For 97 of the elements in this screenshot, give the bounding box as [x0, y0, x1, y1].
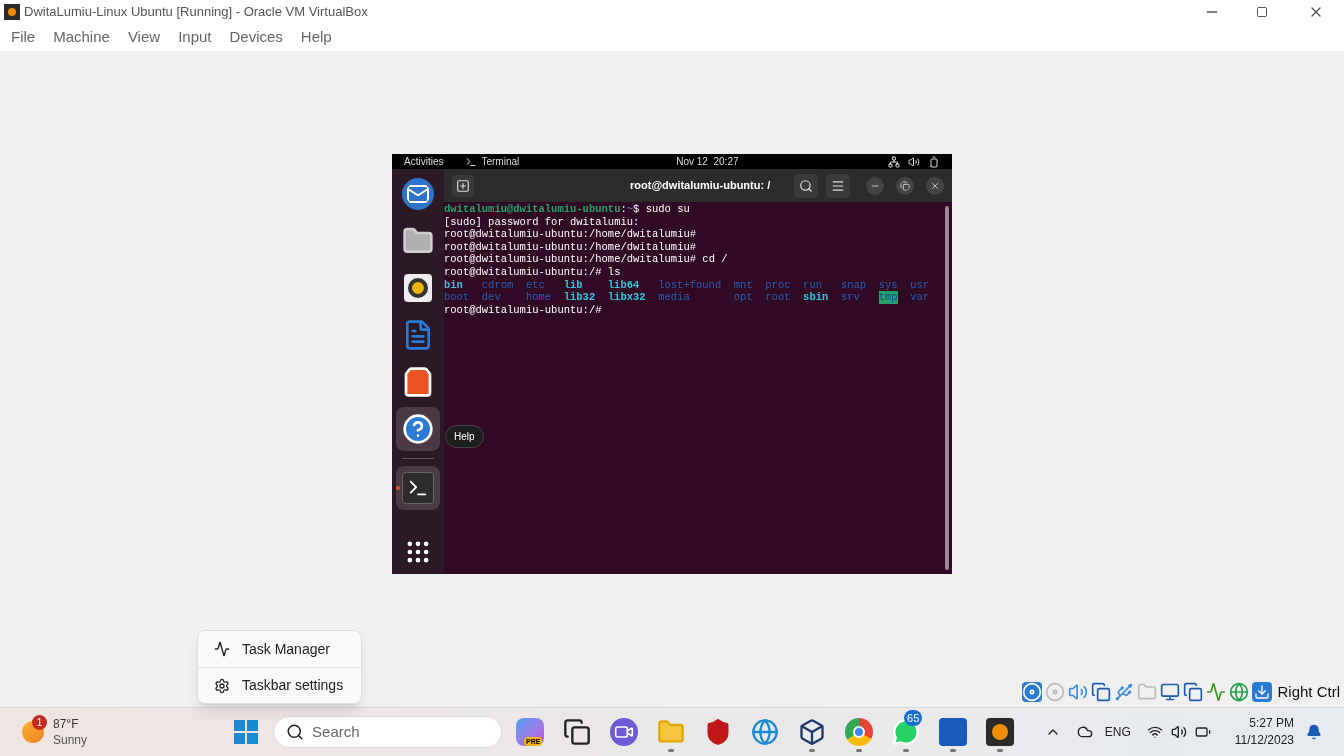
terminal-line: root@dwitalumiu-ubuntu:/# — [444, 303, 602, 317]
menu-item[interactable]: Devices — [220, 26, 292, 49]
file-name: sbin — [803, 291, 829, 304]
close-button[interactable] — [926, 176, 944, 195]
file-name: run — [803, 278, 822, 292]
scrollbar[interactable] — [945, 206, 949, 570]
task-view-icon — [563, 718, 592, 746]
windows-icon[interactable] — [1183, 682, 1204, 702]
new-tab-button[interactable] — [452, 174, 474, 197]
file-name: lib — [563, 278, 583, 292]
globe-icon[interactable] — [1229, 682, 1250, 702]
file-name: var — [910, 291, 930, 304]
download-icon[interactable] — [1252, 682, 1273, 702]
terminal-line: root@dwitalumiu-ubuntu:/# ls — [444, 265, 621, 279]
help-icon — [402, 413, 434, 445]
file-name: snap — [840, 278, 867, 292]
window-title: DwitaLumiu-Linux Ubuntu [Running] - Oracle VM VirtualBox — [24, 3, 368, 22]
menu-item[interactable]: Task Manager — [198, 631, 361, 667]
file-name: proc — [765, 278, 791, 292]
file-name: etc — [525, 278, 545, 292]
cube-icon — [798, 718, 827, 746]
file-name: home — [525, 291, 552, 304]
network-adapter-icon[interactable] — [1091, 682, 1112, 702]
file-name: lost+found — [658, 278, 722, 292]
weather-condition: Sunny — [53, 732, 88, 748]
restore-button[interactable] — [896, 176, 914, 195]
terminal-title: root@dwitalumiu-ubuntu: / — [630, 178, 771, 194]
file-name: mnt — [733, 278, 753, 292]
file-name: media — [658, 291, 690, 304]
battery-icon[interactable] — [1194, 724, 1211, 740]
terminal-line: [sudo] password for dwitalumiu: — [444, 215, 640, 229]
tooltip: Help — [445, 425, 484, 448]
file-name: lib64 — [607, 278, 640, 292]
browser-icon — [751, 718, 780, 746]
display-icon[interactable] — [1160, 682, 1181, 702]
app-logo-icon — [4, 4, 20, 20]
volume-icon[interactable] — [908, 155, 920, 168]
usb-icon[interactable] — [1114, 682, 1135, 702]
menu-item[interactable]: View — [118, 26, 170, 49]
menu-item[interactable]: Help — [291, 26, 341, 49]
terminal-line: root@dwitalumiu-ubuntu:/home/dwitalumiu# — [444, 240, 697, 254]
file-name: srv — [840, 291, 860, 304]
menu-item[interactable]: Input — [169, 26, 221, 49]
terminal-icon — [402, 472, 434, 504]
bell-icon[interactable] — [1306, 724, 1322, 740]
language-indicator[interactable]: ENG — [1104, 723, 1131, 741]
speaker-icon — [404, 274, 432, 302]
search-icon — [286, 723, 305, 741]
search-button[interactable] — [794, 173, 818, 198]
file-name: bin — [444, 278, 463, 292]
mail-icon — [402, 178, 434, 210]
file-name: dev — [481, 291, 501, 304]
clock[interactable]: Nov 12 20:27 — [676, 154, 739, 169]
search-field[interactable]: Search — [273, 716, 503, 748]
folder-icon — [657, 718, 686, 746]
menu-button[interactable] — [826, 173, 850, 198]
volume-icon[interactable] — [1170, 724, 1187, 740]
minimize-button[interactable] — [866, 176, 884, 195]
video-icon — [610, 718, 639, 746]
dock-item[interactable] — [396, 407, 440, 451]
cloud-icon[interactable] — [1076, 724, 1093, 740]
clock[interactable]: 5:27 PM 11/12/2023 — [1234, 715, 1294, 749]
menu-item[interactable]: Taskbar settings — [198, 667, 361, 703]
chart-icon — [214, 641, 230, 657]
windows-start-icon[interactable] — [234, 720, 259, 744]
file-name: cdrom — [481, 278, 514, 292]
terminal-line: root@dwitalumiu-ubuntu:/home/dwitalumiu# — [444, 228, 697, 241]
activities-button[interactable]: Activities — [404, 154, 444, 169]
file-name: libx32 — [607, 291, 646, 304]
taskbar-app[interactable]: 65 — [892, 712, 921, 752]
file-name: lib32 — [563, 291, 596, 304]
temperature: 87°F — [53, 716, 80, 732]
host-key-label: Right Ctrl — [1277, 681, 1340, 702]
terminal-line: root@dwitalumiu-ubuntu:/home/dwitalumiu# cd / — [444, 253, 728, 266]
maximize-button[interactable] — [1256, 6, 1268, 18]
network-icon[interactable] — [888, 155, 900, 168]
file-name: usr — [910, 278, 930, 292]
file-name: opt — [733, 291, 753, 304]
chrome-icon — [845, 718, 874, 746]
terminal-icon — [465, 155, 478, 168]
vm-icon — [986, 718, 1015, 746]
file-name: sys — [878, 278, 898, 292]
notification-badge: 65 — [904, 710, 923, 726]
bag-icon — [402, 366, 434, 398]
menu-item[interactable]: File — [2, 26, 45, 49]
file-name: boot — [444, 291, 470, 304]
audio-icon[interactable] — [1068, 682, 1089, 702]
app-menu[interactable]: Terminal — [481, 154, 520, 169]
menu-item[interactable]: Machine — [44, 26, 119, 49]
file-name: tmp — [878, 291, 898, 304]
terminal-line: dwitalumiu@dwitalumiu-ubuntu:~$ sudo su — [444, 203, 690, 216]
notification-badge: 1 — [32, 715, 47, 730]
settings-icon — [214, 677, 230, 694]
disk-icon[interactable] — [1022, 682, 1043, 702]
file-name: root — [765, 291, 791, 304]
battery-icon[interactable] — [928, 155, 940, 168]
wifi-icon[interactable] — [1146, 724, 1163, 740]
